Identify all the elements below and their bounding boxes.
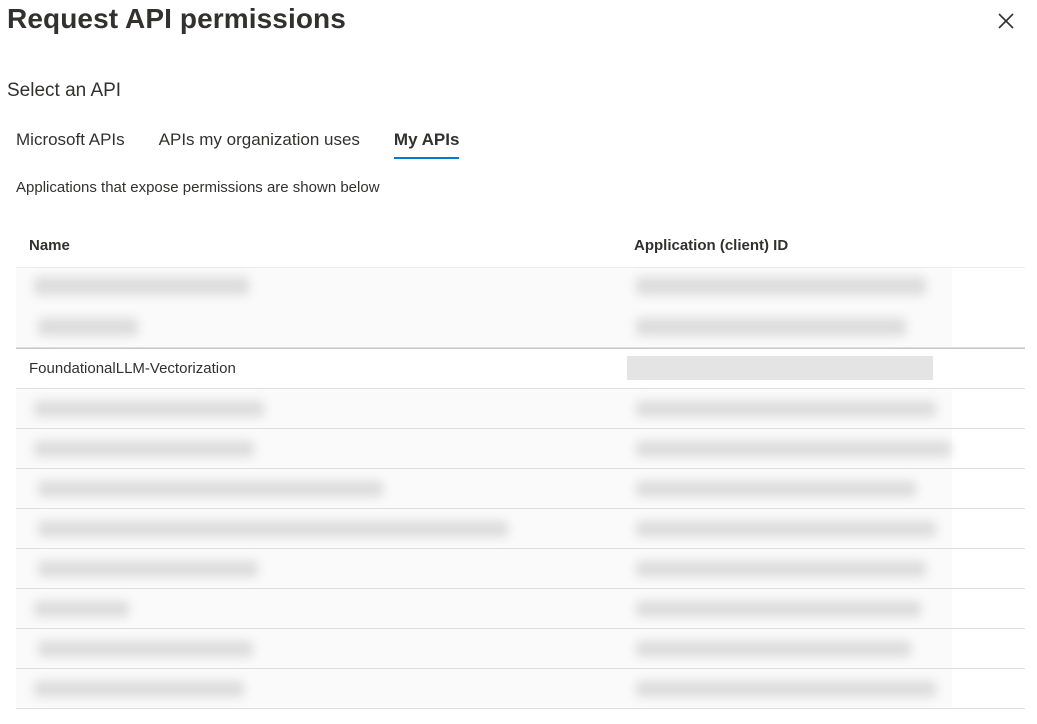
api-tabs: Microsoft APIs APIs my organization uses… — [16, 127, 493, 163]
request-api-permissions-panel: Request API permissions Select an API Mi… — [0, 0, 1037, 724]
table-row[interactable] — [16, 469, 1025, 509]
close-button[interactable] — [993, 8, 1019, 34]
redacted-id — [636, 318, 906, 336]
table-header: Name Application (client) ID — [16, 228, 1025, 268]
redacted-name — [34, 601, 129, 617]
redacted-name — [38, 641, 253, 657]
redacted-id — [636, 561, 926, 577]
redacted-name — [34, 441, 254, 457]
table-row[interactable] — [16, 268, 1025, 348]
redacted-id — [636, 277, 926, 295]
redacted-name — [34, 277, 249, 295]
redacted-id — [636, 521, 936, 537]
redacted-id — [636, 481, 916, 497]
redacted-name — [38, 481, 383, 497]
redacted-id — [636, 441, 951, 457]
table-row[interactable] — [16, 429, 1025, 469]
tab-my-apis[interactable]: My APIs — [393, 127, 459, 163]
redacted-name — [38, 521, 508, 537]
table-row[interactable] — [16, 629, 1025, 669]
redacted-id — [636, 641, 911, 657]
redacted-client-id — [627, 356, 933, 380]
redacted-name — [34, 681, 244, 697]
table-row[interactable] — [16, 589, 1025, 629]
close-icon — [998, 13, 1014, 29]
column-header-application-id: Application (client) ID — [634, 237, 789, 254]
table-row[interactable]: FoundationalLLM-Vectorization — [16, 348, 1025, 389]
column-header-name: Name — [29, 237, 70, 254]
table-row[interactable] — [16, 549, 1025, 589]
table-row[interactable] — [16, 389, 1025, 429]
redacted-name — [34, 401, 264, 417]
tab-microsoft-apis[interactable]: Microsoft APIs — [16, 127, 125, 163]
panel-title: Request API permissions — [7, 3, 346, 34]
api-name: FoundationalLLM-Vectorization — [29, 360, 236, 377]
select-api-heading: Select an API — [7, 80, 122, 101]
redacted-name — [38, 561, 258, 577]
redacted-id — [636, 401, 936, 417]
table-row[interactable] — [16, 669, 1025, 709]
redacted-id — [636, 601, 921, 617]
redacted-name — [38, 318, 138, 336]
redacted-id — [636, 681, 936, 697]
apis-table: Name Application (client) ID Foundationa… — [16, 228, 1025, 709]
tab-apis-my-organization-uses[interactable]: APIs my organization uses — [159, 127, 360, 163]
table-row[interactable] — [16, 509, 1025, 549]
apis-hint-text: Applications that expose permissions are… — [16, 179, 380, 196]
